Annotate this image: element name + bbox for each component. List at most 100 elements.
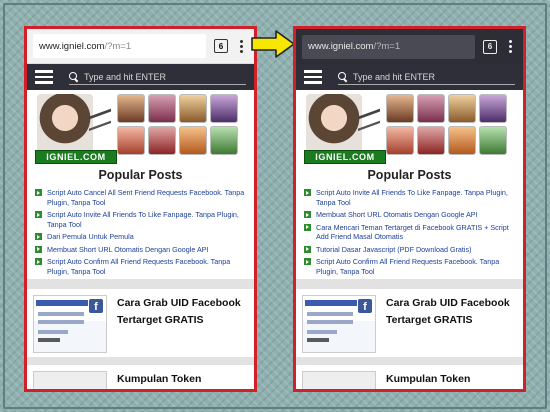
green-arrow-icon [35, 258, 42, 265]
avatar-thumb [210, 94, 238, 123]
green-arrow-icon [304, 245, 311, 253]
anime-avatar-image [306, 94, 362, 154]
avatar-thumb [448, 94, 476, 123]
article-thumbnail: f [33, 295, 107, 353]
facebook-icon: f [358, 299, 372, 313]
popular-posts-heading: Popular Posts [367, 168, 452, 182]
post-link[interactable]: Script Auto Confirm All Friend Requests … [47, 257, 248, 276]
url-host: www.igniel.com [39, 40, 105, 52]
list-item[interactable]: Tutorial Dasar Javascript (PDF Download … [304, 245, 517, 255]
url-host: www.igniel.com [308, 41, 374, 52]
search-box[interactable]: Type and hit ENTER [338, 69, 515, 85]
facebook-icon: f [89, 299, 103, 313]
article-thumbnail: f [302, 295, 376, 353]
search-box[interactable]: Type and hit ENTER [69, 69, 246, 85]
avatar-thumb [179, 94, 207, 123]
hamburger-menu-icon[interactable] [35, 70, 53, 84]
url-field[interactable]: www.igniel.com/?m=1 [33, 34, 206, 58]
avatar-thumbnail-grid [117, 94, 238, 155]
post-link[interactable]: Script Auto Cancel All Sent Friend Reque… [47, 188, 248, 207]
decoration-image [89, 102, 111, 142]
popular-posts-heading: Popular Posts [98, 168, 183, 182]
avatar-thumb [479, 94, 507, 123]
post-link[interactable]: Tutorial Dasar Javascript (PDF Download … [316, 245, 472, 255]
avatar-thumb [210, 126, 238, 155]
right-phone-screenshot: www.igniel.com/?m=1 6 Type and hit ENTER… [293, 26, 526, 392]
post-link[interactable]: Dari Pemula Untuk Pemula [47, 232, 134, 242]
site-logo-banner[interactable]: IGNIEL.COM [31, 94, 254, 166]
avatar-thumb [386, 126, 414, 155]
article-thumbnail [33, 371, 107, 389]
url-field[interactable]: www.igniel.com/?m=1 [302, 34, 475, 59]
anime-avatar-image [37, 94, 93, 154]
logo-text: IGNIEL.COM [304, 150, 386, 164]
avatar-thumbnail-grid [386, 94, 507, 155]
avatar-thumb [386, 94, 414, 123]
post-link[interactable]: Cara Mencari Teman Tertarget di Facebook… [316, 223, 517, 242]
list-item[interactable]: Script Auto Confirm All Friend Requests … [35, 257, 248, 276]
section-divider [27, 279, 254, 289]
list-item[interactable]: Script Auto Cancel All Sent Friend Reque… [35, 188, 248, 207]
avatar-thumb [117, 94, 145, 123]
post-link[interactable]: Membuat Short URL Otomatis Dengan Google… [47, 245, 209, 255]
avatar-thumb [179, 126, 207, 155]
list-item[interactable]: Script Auto Invite All Friends To Like F… [304, 188, 517, 207]
green-arrow-icon [35, 233, 42, 240]
avatar-thumb [417, 94, 445, 123]
article-card[interactable]: Kumpulan Token Facebook [296, 357, 523, 389]
search-icon [69, 72, 78, 81]
article-title[interactable]: Cara Grab UID Facebook Tertarget GRATIS [117, 295, 250, 353]
list-item[interactable]: Script Auto Invite All Friends To Like F… [35, 210, 248, 229]
avatar-thumb [148, 126, 176, 155]
left-phone-screenshot: www.igniel.com/?m=1 6 Type and hit ENTER… [24, 26, 257, 392]
green-arrow-icon [35, 211, 42, 218]
search-placeholder: Type and hit ENTER [353, 71, 436, 82]
green-arrow-icon [304, 223, 311, 231]
url-query: /?m=1 [373, 41, 401, 52]
browser-toolbar: www.igniel.com/?m=1 6 [27, 29, 254, 64]
list-item[interactable]: Membuat Short URL Otomatis Dengan Google… [304, 210, 517, 220]
article-title[interactable]: Kumpulan Token Facebook [117, 371, 250, 389]
popular-posts-list: Script Auto Cancel All Sent Friend Reque… [27, 188, 254, 276]
decoration-image [358, 102, 380, 142]
browser-toolbar: www.igniel.com/?m=1 6 [296, 29, 523, 64]
arrow-right-icon [251, 30, 295, 58]
article-thumbnail [302, 371, 376, 389]
overflow-menu-icon[interactable] [236, 39, 246, 53]
tab-switcher-icon[interactable]: 6 [483, 39, 497, 54]
list-item[interactable]: Membuat Short URL Otomatis Dengan Google… [35, 245, 248, 255]
article-title[interactable]: Cara Grab UID Facebook Tertarget GRATIS [386, 295, 519, 353]
list-item[interactable]: Cara Mencari Teman Tertarget di Facebook… [304, 223, 517, 242]
post-link[interactable]: Script Auto Invite All Friends To Like F… [316, 188, 517, 207]
post-link[interactable]: Script Auto Confirm All Friend Requests … [316, 257, 517, 276]
site-logo-banner[interactable]: IGNIEL.COM [300, 94, 523, 166]
list-item[interactable]: Dari Pemula Untuk Pemula [35, 232, 248, 242]
article-title[interactable]: Kumpulan Token Facebook [386, 371, 519, 389]
site-navbar: Type and hit ENTER [27, 64, 254, 90]
search-icon [338, 72, 347, 81]
green-arrow-icon [304, 211, 311, 218]
site-navbar: Type and hit ENTER [296, 64, 523, 90]
post-link[interactable]: Script Auto Invite All Friends To Like F… [47, 210, 248, 229]
article-card[interactable]: Kumpulan Token Facebook [27, 357, 254, 389]
avatar-thumb [417, 126, 445, 155]
green-arrow-icon [35, 189, 42, 196]
green-arrow-icon [304, 258, 311, 265]
article-card[interactable]: f Cara Grab UID Facebook Tertarget GRATI… [27, 289, 254, 353]
popular-posts-list: Script Auto Invite All Friends To Like F… [296, 188, 523, 276]
green-arrow-icon [35, 245, 42, 253]
overflow-menu-icon[interactable] [505, 40, 515, 53]
avatar-thumb [448, 126, 476, 155]
list-item[interactable]: Script Auto Confirm All Friend Requests … [304, 257, 517, 276]
avatar-thumb [479, 126, 507, 155]
avatar-thumb [148, 94, 176, 123]
article-card[interactable]: f Cara Grab UID Facebook Tertarget GRATI… [296, 289, 523, 353]
tab-switcher-icon[interactable]: 6 [214, 39, 228, 53]
post-link[interactable]: Membuat Short URL Otomatis Dengan Google… [316, 210, 478, 220]
hamburger-menu-icon[interactable] [304, 70, 322, 84]
logo-text: IGNIEL.COM [35, 150, 117, 164]
search-placeholder: Type and hit ENTER [84, 71, 167, 82]
section-divider [296, 279, 523, 289]
url-query: /?m=1 [104, 40, 132, 52]
avatar-thumb [117, 126, 145, 155]
